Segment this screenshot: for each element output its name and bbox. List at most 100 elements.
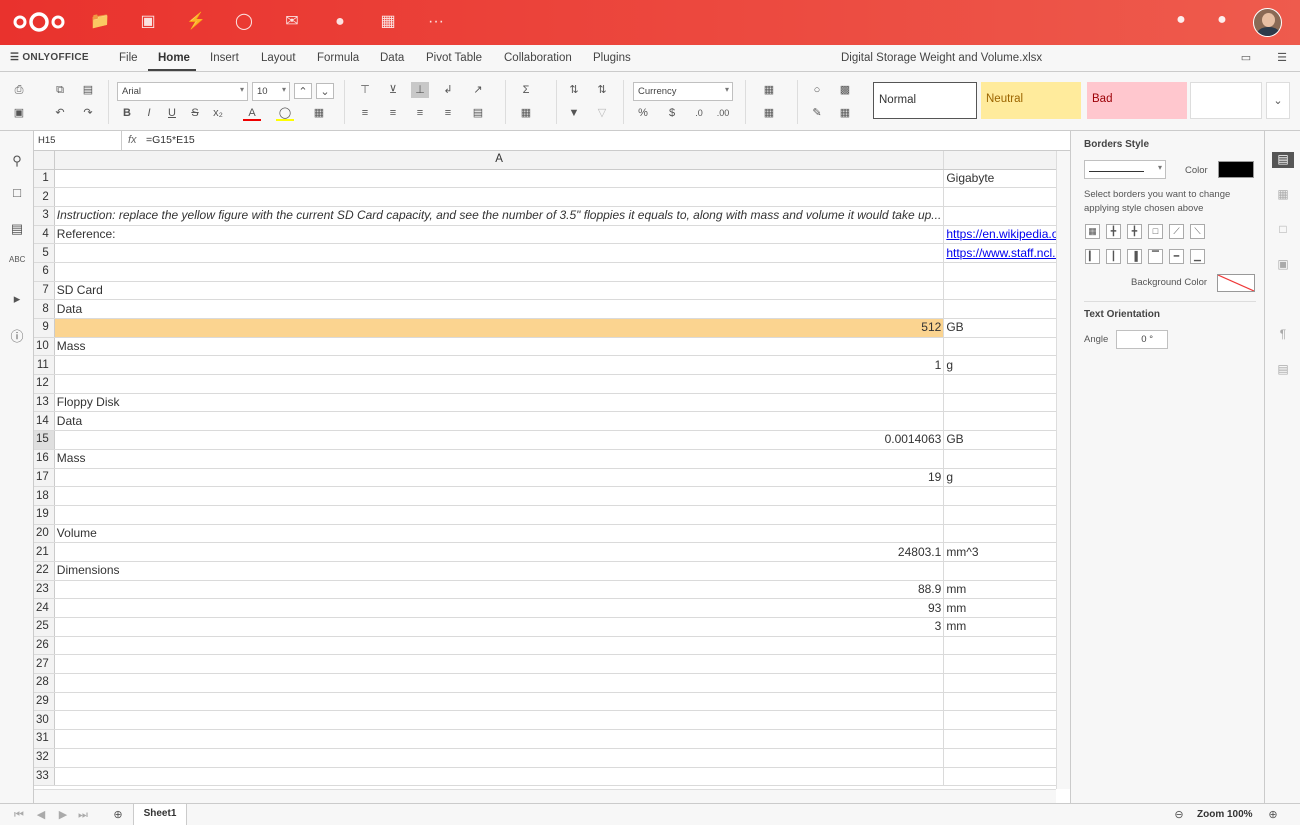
more-icon[interactable]: ··· [425,11,447,33]
decrease-decimal-icon[interactable]: .0 [690,105,708,121]
tab-insert[interactable]: Insert [210,52,239,64]
cell-b4[interactable]: https://en.wikipedia.org/wiki/Talk%3AFlo… [943,225,1056,245]
row-header[interactable]: 30 [34,710,55,731]
select-all-corner[interactable] [34,151,55,170]
comments-icon[interactable]: □ [9,185,25,201]
increase-decimal-icon[interactable]: .00 [714,105,732,121]
save-icon[interactable]: ▣ [10,105,28,121]
row-header[interactable]: 5 [34,243,55,263]
align-center-icon[interactable]: ≡ [384,105,402,121]
border-bottom-icon[interactable]: ▁ [1190,249,1205,264]
cell-b27[interactable] [943,654,1056,675]
align-left-icon[interactable]: ≡ [356,105,374,121]
row-header[interactable]: 4 [34,225,55,245]
orientation-icon[interactable]: ↗ [469,82,487,98]
about-icon[interactable]: ⓘ [9,326,25,344]
italic-button[interactable]: I [140,105,158,121]
sum-button[interactable]: Σ [517,82,535,98]
cell-b26[interactable] [943,636,1056,656]
merge-icon[interactable]: ▤ [469,105,487,121]
notifications-icon[interactable]: ● [1170,11,1192,29]
undo-icon[interactable]: ↶ [51,105,69,121]
cell-a2[interactable] [54,187,945,207]
borders-icon[interactable]: ▦ [310,105,328,121]
cell-a10[interactable]: Mass [54,337,945,357]
cell-a16[interactable]: Mass [54,449,945,469]
cell-a4[interactable]: Reference: [54,225,945,245]
tab-home[interactable]: Home [158,52,190,64]
cell-b33[interactable] [943,767,1056,787]
cell-b28[interactable] [943,673,1056,693]
cell-b17[interactable]: g [943,468,1056,488]
percent-button[interactable]: % [634,105,652,121]
cell-b30[interactable] [943,710,1056,731]
horizontal-scrollbar[interactable] [34,789,1056,803]
tab-plugins[interactable]: Plugins [593,52,631,64]
activity-icon[interactable]: ⚡ [185,11,207,33]
justify-icon[interactable]: ≡ [439,105,457,121]
row-header[interactable]: 20 [34,524,55,544]
sort-ascending-icon[interactable]: ⇅ [565,82,583,98]
add-sheet-icon[interactable]: ⊕ [109,807,127,823]
cell-a8[interactable]: Data [54,299,945,319]
increase-font-icon[interactable]: ⌃ [294,83,312,99]
row-header[interactable]: 29 [34,692,55,712]
row-header[interactable]: 22 [34,561,55,581]
nextcloud-logo[interactable] [12,10,66,34]
cell-a28[interactable] [54,673,945,693]
cell-a30[interactable] [54,710,945,731]
cell-a1[interactable] [54,169,945,189]
open-location-icon[interactable]: ▭ [1237,50,1255,66]
cell-b16[interactable] [943,449,1056,469]
align-bottom-icon[interactable]: ⊥ [411,82,429,98]
talk-icon[interactable]: ◯ [233,11,255,33]
function-icon[interactable]: fx [128,134,137,146]
row-header[interactable]: 2 [34,187,55,207]
strikethrough-button[interactable]: S [186,105,204,121]
cell-b19[interactable] [943,505,1056,525]
border-horizontal-icon[interactable]: ━ [1169,249,1184,264]
named-ranges-icon[interactable]: ▦ [517,105,535,121]
cell-a32[interactable] [54,748,945,768]
angle-input[interactable]: 0 ° [1116,330,1168,349]
style-bad[interactable]: Bad [1087,82,1187,119]
cell-b9[interactable]: GB [943,318,1056,338]
styles-expand-icon[interactable]: ⌄ [1266,82,1290,119]
column-header-b[interactable]: B [943,151,1056,170]
cell-a19[interactable] [54,505,945,525]
cell-a23[interactable]: 88.9 [54,580,945,600]
border-inner-icon[interactable]: ╋ [1106,224,1121,239]
formula-input[interactable]: =G15*E15 [146,134,195,146]
row-header[interactable]: 9 [34,318,55,338]
last-sheet-icon[interactable]: ⏭ [74,807,92,823]
cell-b11[interactable]: g [943,355,1056,376]
shape-settings-icon[interactable]: □ [1275,222,1291,238]
row-header[interactable]: 24 [34,598,55,618]
cell-b23[interactable]: mm [943,580,1056,600]
format-as-table-icon[interactable]: ▦ [836,105,854,121]
clear-icon[interactable]: ○ [808,82,826,98]
cell-settings-icon[interactable]: ▤ [1272,152,1294,168]
style-empty[interactable] [1190,82,1262,119]
border-all-icon[interactable]: ▦ [1085,224,1100,239]
mail-icon[interactable]: ✉ [281,11,303,33]
row-header[interactable]: 27 [34,654,55,675]
border-color-picker[interactable] [1218,161,1254,178]
feedback-icon[interactable]: ▸ [9,291,25,307]
row-header[interactable]: 6 [34,262,55,282]
cell-b31[interactable] [943,729,1056,749]
column-header-a[interactable]: A [54,151,945,170]
copy-icon[interactable]: ⧉ [51,82,69,98]
row-header[interactable]: 11 [34,355,55,376]
font-name-select[interactable]: Arial ▾ [117,82,248,101]
cell-a14[interactable]: Data [54,411,945,432]
align-right-icon[interactable]: ≡ [411,105,429,121]
cell-b2[interactable]: 1 [943,187,1056,207]
clear-filter-icon[interactable]: ▽ [593,105,611,121]
row-header[interactable]: 23 [34,580,55,600]
border-left-icon[interactable]: ▎ [1085,249,1100,264]
delete-cells-icon[interactable]: ▦ [760,105,778,121]
border-vertical-icon[interactable]: ┃ [1106,249,1121,264]
sort-descending-icon[interactable]: ⇅ [593,82,611,98]
cell-a24[interactable]: 93 [54,598,945,618]
